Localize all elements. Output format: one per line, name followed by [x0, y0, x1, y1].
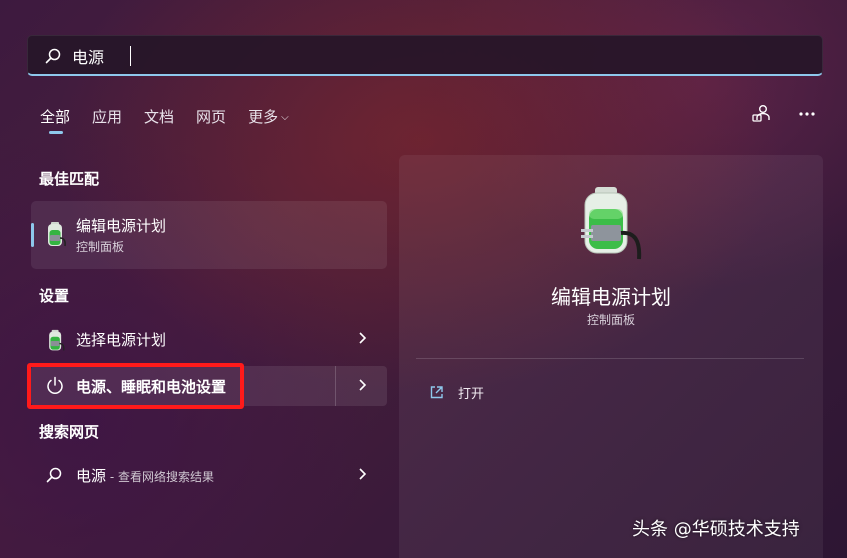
text-caret	[130, 46, 131, 66]
header-actions	[751, 104, 817, 124]
settings-item-label: 选择电源计划	[76, 331, 167, 349]
open-external-icon	[430, 386, 443, 399]
chevron-right-icon[interactable]	[357, 467, 367, 481]
tab-all[interactable]: 全部	[40, 106, 70, 134]
open-label: 打开	[458, 387, 485, 402]
chevron-right-icon[interactable]	[357, 378, 367, 392]
search-box[interactable]	[27, 35, 823, 76]
highlight-annotation-frame	[27, 363, 244, 409]
web-search-query: 电源	[76, 467, 107, 485]
settings-item-power-plan[interactable]: 选择电源计划	[31, 319, 387, 359]
best-match-name: 编辑电源计划	[76, 217, 167, 235]
best-match-item[interactable]: 编辑电源计划 控制面板	[31, 201, 387, 269]
more-options-icon[interactable]	[797, 104, 817, 124]
tab-web[interactable]: 网页	[196, 106, 226, 130]
web-search-suffix: - 查看网络搜索结果	[106, 470, 214, 484]
search-input[interactable]	[72, 45, 272, 67]
feedback-person-icon[interactable]	[751, 104, 771, 124]
web-search-item[interactable]: 电源 - 查看网络搜索结果	[31, 455, 387, 495]
selection-indicator	[31, 223, 34, 247]
preview-title: 编辑电源计划	[551, 285, 671, 309]
chevron-down-icon: ⌵	[281, 112, 289, 123]
preview-pane: 编辑电源计划 控制面板 打开	[399, 155, 823, 558]
web-search-label: 电源 - 查看网络搜索结果	[76, 465, 214, 486]
filter-tabs: 全部 应用 文档 网页 更多 ⌵	[40, 106, 311, 134]
section-web-search: 搜索网页	[39, 423, 100, 441]
chevron-right-icon[interactable]	[357, 331, 367, 345]
tab-apps[interactable]: 应用	[92, 106, 122, 130]
open-action[interactable]: 打开	[429, 383, 484, 402]
battery-plug-icon	[581, 187, 642, 260]
start-search-panel: 全部 应用 文档 网页 更多⌵ 最佳匹配 编辑电源计划	[0, 0, 847, 558]
section-best-match: 最佳匹配	[39, 170, 100, 188]
row-divider	[335, 366, 336, 406]
preview-subtitle: 控制面板	[586, 313, 635, 327]
battery-plug-icon	[49, 329, 65, 351]
tab-more[interactable]: 更多 ⌵	[248, 106, 289, 130]
tab-documents[interactable]: 文档	[144, 106, 174, 130]
preview-divider	[416, 358, 804, 359]
search-icon	[46, 467, 62, 483]
best-match-subtitle: 控制面板	[76, 240, 125, 254]
search-icon	[45, 48, 61, 64]
battery-plug-icon	[48, 222, 66, 247]
section-settings: 设置	[39, 287, 70, 305]
watermark: 头条 @华硕技术支持	[632, 519, 800, 540]
